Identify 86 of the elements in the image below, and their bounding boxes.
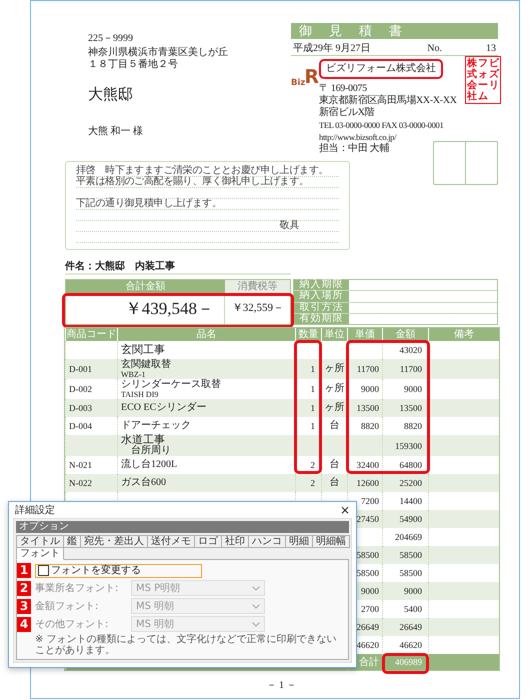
term-label: 取引方法 [294, 302, 349, 313]
table-cell: 台 [322, 474, 348, 492]
table-cell: ガス台600 [118, 474, 296, 492]
tab[interactable]: 社印 [221, 535, 249, 548]
tab[interactable]: 鑑 [63, 535, 81, 548]
letter-line: 下記の通り御見積申し上げます。 [76, 198, 222, 209]
table-cell: 26649 [382, 618, 428, 636]
number-badge: 2 [17, 580, 31, 596]
tax-header: 消費税等 [238, 281, 278, 292]
tab[interactable]: ロゴ [194, 535, 222, 548]
document-title: 御 見 積 書 [291, 23, 498, 39]
tab[interactable]: 明細 [285, 535, 313, 548]
subject-line: 件名：大熊邸 内装工事 [65, 260, 291, 275]
tab[interactable]: フォント [16, 547, 64, 560]
table-cell: 25200 [382, 474, 428, 492]
table-cell: 玄関鍵取替 WBZ-1 [118, 359, 296, 379]
number-badge: 4 [17, 616, 31, 632]
caret-icon [252, 586, 260, 590]
warning-note: ※ フォントの種類によっては、文字化けなどで正常に印刷できないことがあります。 [35, 634, 338, 656]
table-cell: 9000 [382, 582, 428, 600]
font-change-checkbox[interactable]: フォントを変更する [35, 564, 202, 578]
letter-line: 拝啓 時下ますますご清栄のこととお慶び申し上げます。 [76, 165, 328, 176]
letter-line: 平素は格別のご高配を賜り、厚く御礼申し上げます。 [76, 176, 309, 187]
column-header: 商品コード [66, 329, 116, 340]
tax-amount: ￥32,559－ [232, 302, 284, 314]
table-cell: N-022 [66, 474, 118, 492]
table-cell: 11700 [382, 359, 428, 379]
term-label: 納入場所 [294, 291, 349, 302]
caret-icon [252, 622, 260, 626]
column-header: 単位 [324, 329, 344, 340]
tab[interactable]: 宛先・差出人 [80, 535, 148, 548]
field-label: その他フォント: [35, 618, 110, 631]
phone-fax: TEL 03-0000-0000 FAX 03-0000-0001 [319, 119, 444, 131]
table-cell: 水道工事 台所周り [118, 435, 296, 456]
recipient-name: 大熊 和一 様 [88, 124, 144, 138]
total-label: 合計 [359, 656, 379, 668]
column-header: 品名 [196, 329, 216, 340]
contact-person: 担当：中田 大輔 [319, 143, 390, 155]
table-cell: ECO ECシリンダー [118, 399, 296, 417]
document-number: 13 [486, 42, 496, 55]
field-label: 事業所名フォント: [35, 582, 120, 595]
page-number: － 1 － [266, 679, 298, 692]
group-header: オプション [16, 521, 349, 533]
table-cell: 2 [296, 474, 322, 492]
dialog-title: 詳細設定 [15, 504, 55, 517]
company-name: ビズリフォーム株式会社 [319, 59, 443, 79]
table-cell: 58500 [382, 546, 428, 564]
tab[interactable]: タイトル [16, 535, 64, 548]
grand-total: 406989 [395, 657, 422, 667]
caret-icon [252, 604, 260, 608]
field-label: 金額フォント: [35, 600, 100, 613]
term-label: 納入期限 [294, 280, 349, 290]
term-label: 有効期限 [294, 314, 349, 324]
table-cell: 13500 [348, 399, 382, 417]
postal-code: 225－9999 [88, 33, 134, 45]
table-cell: ヶ所 [322, 359, 348, 379]
column-header: 備考 [454, 329, 474, 340]
column-header: 金額 [396, 329, 416, 340]
closing-text: 敬具 [280, 220, 299, 231]
number-badge: 3 [17, 598, 31, 614]
number-label: No. [427, 42, 442, 55]
table-cell: 13500 [382, 399, 428, 417]
tab[interactable]: 送付メモ [147, 535, 195, 548]
table-cell: 11700 [348, 359, 382, 379]
company-stamp: 株式会社 フォーム ビズリ [465, 56, 501, 104]
table-cell: ヶ所 [322, 399, 348, 417]
company-address: 東京都新宿区高田馬場XX-X-XX [319, 95, 457, 106]
tab[interactable]: 明細幅 [312, 535, 350, 548]
column-header: 単価 [355, 329, 375, 340]
website-url: http://www.bizsoft.co.jp/ [319, 131, 396, 142]
issue-date: 平成29年 9月27日 [293, 42, 370, 55]
column-header: 数量 [298, 329, 318, 340]
address-line: 神奈川県横浜市青葉区美しが丘 [88, 47, 229, 58]
table-cell: 54900 [382, 510, 428, 528]
table-cell: D-003 [66, 399, 118, 417]
company-address: 新宿ビルX階 [319, 107, 374, 119]
total-header: 合計金額 [126, 281, 166, 292]
recipient-house: 大熊邸 [88, 86, 134, 104]
table-cell: 12600 [348, 474, 382, 492]
number-badge: 1 [17, 563, 31, 578]
tab[interactable]: ハンコ [248, 535, 286, 548]
table-cell: 159300 [382, 435, 428, 456]
company-postal: 〒 169-0075 [319, 83, 367, 94]
total-amount: ￥439,548－ [124, 299, 214, 318]
address-line: １８丁目５番地２号 [88, 59, 179, 71]
table-cell: D-001 [66, 359, 118, 379]
